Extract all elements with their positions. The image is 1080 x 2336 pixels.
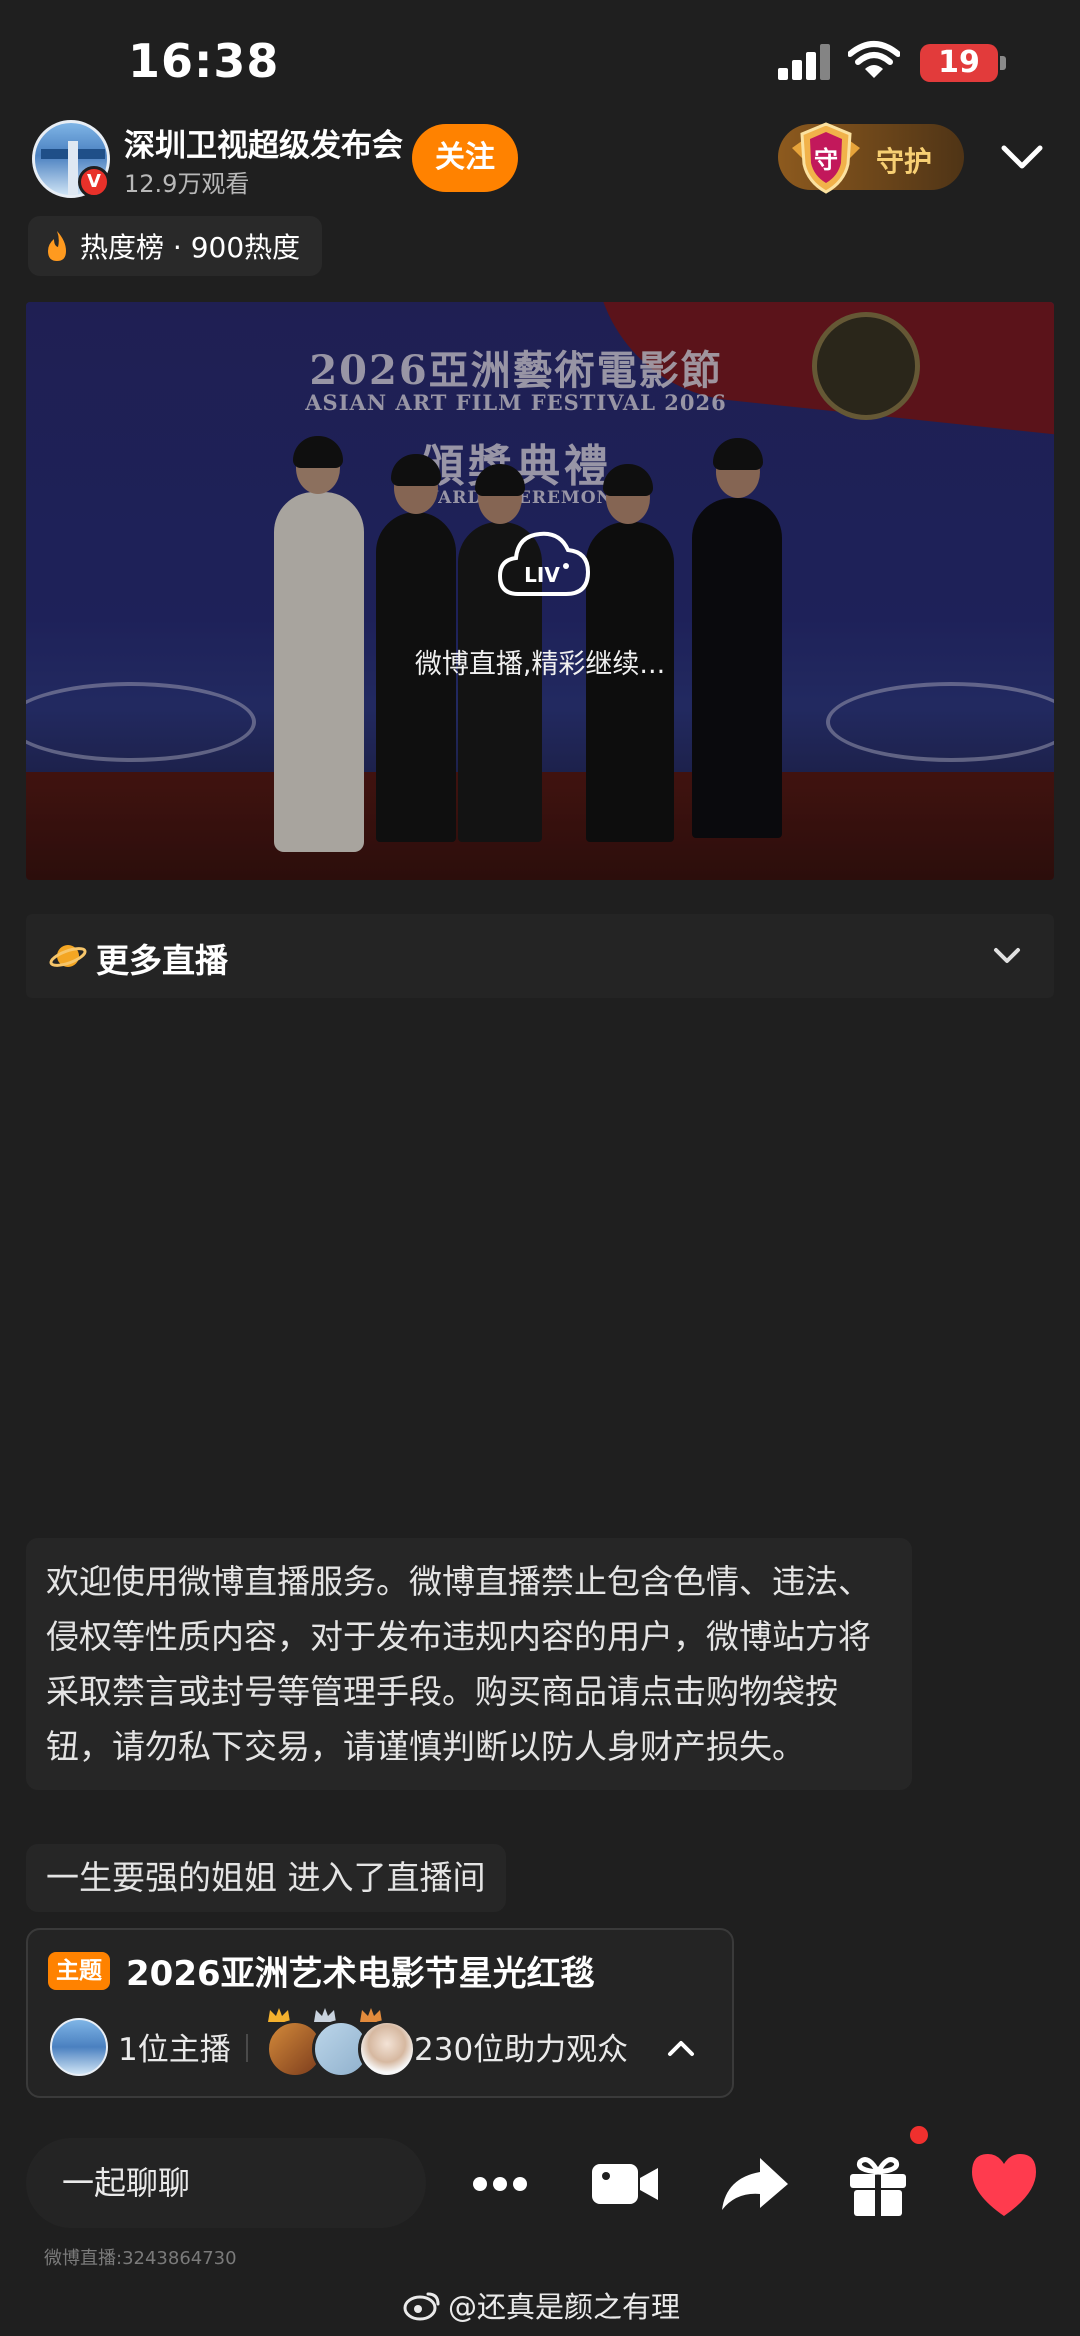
channel-name[interactable]: 深圳卫视超级发布会 — [124, 120, 403, 165]
hot-rank-text: 热度榜 · 900热度 — [80, 231, 301, 264]
topic-card[interactable]: 主题 2026亚洲艺术电影节星光红毯 1位主播 230位助力观众 — [26, 1928, 734, 2098]
weibo-logo-icon — [403, 2292, 440, 2321]
system-notice-message: 欢迎使用微博直播服务。微博直播禁止包含色情、违法、侵权等性质内容，对于发布违规内… — [26, 1538, 912, 1790]
follow-button[interactable]: 关注 — [412, 124, 518, 192]
share-icon[interactable] — [714, 2144, 794, 2224]
gift-notification-dot — [910, 2126, 928, 2144]
battery-indicator: 19 — [920, 44, 1006, 82]
live-screen: 16:38 19 V 深圳卫视超级发布会 12.9万观看 关注 守 守护 热度榜… — [0, 0, 1080, 2336]
chevron-down-icon[interactable] — [998, 138, 1046, 178]
topic-tag: 主题 — [48, 1952, 110, 1990]
weibo-watermark: @还真是颜之有理 — [402, 2284, 680, 2326]
guard-shield-icon: 守 — [792, 122, 860, 194]
chat-input[interactable]: 一起聊聊 — [26, 2138, 426, 2228]
host-count: 1位主播 — [118, 2032, 231, 2068]
guard-badge-char: 守 — [814, 146, 838, 174]
viewer-count: 12.9万观看 — [124, 170, 250, 198]
guard-button[interactable]: 守 守护 — [778, 122, 964, 194]
live-room-id: 微博直播:3243864730 — [44, 2248, 237, 2269]
chevron-down-icon[interactable] — [990, 942, 1024, 970]
status-time: 16:38 — [128, 34, 280, 88]
status-bar: 16:38 19 — [0, 0, 1080, 120]
more-live-label: 更多直播 — [96, 941, 228, 980]
video-camera-icon[interactable] — [584, 2144, 664, 2224]
flame-icon — [48, 231, 66, 261]
guard-label: 守护 — [876, 145, 933, 178]
more-live-bar[interactable]: 更多直播 — [26, 914, 1054, 998]
topic-title: 2026亚洲艺术电影节星光红毯 — [126, 1954, 595, 1994]
live-status-message: 微博直播,精彩继续... — [414, 649, 666, 680]
verified-badge-icon: V — [78, 166, 110, 198]
live-logo-text: LIV — [524, 563, 560, 587]
live-cloud-icon: LIV — [497, 531, 591, 596]
wifi-icon — [848, 41, 900, 78]
video-player[interactable]: 2026亞洲藝術電影節 ASIAN ART FILM FESTIVAL 2026… — [26, 302, 1054, 880]
planet-icon — [49, 945, 87, 967]
like-heart-icon[interactable] — [964, 2144, 1044, 2224]
more-icon[interactable] — [460, 2144, 540, 2224]
user-entered-message: 一生要强的姐姐 进入了直播间 — [26, 1844, 506, 1912]
chevron-up-icon[interactable] — [664, 2034, 698, 2062]
signal-icon — [778, 44, 834, 80]
hot-rank-chip[interactable]: 热度榜 · 900热度 — [28, 216, 323, 276]
watermark-text: @还真是颜之有理 — [448, 2290, 681, 2324]
host-avatar[interactable] — [50, 2018, 108, 2076]
fan-avatar[interactable] — [358, 2020, 416, 2078]
fan-count: 230位助力观众 — [414, 2032, 629, 2068]
divider — [246, 2034, 248, 2062]
gift-icon[interactable] — [838, 2144, 918, 2224]
live-header: V 深圳卫视超级发布会 12.9万观看 关注 守 守护 — [0, 110, 1080, 210]
